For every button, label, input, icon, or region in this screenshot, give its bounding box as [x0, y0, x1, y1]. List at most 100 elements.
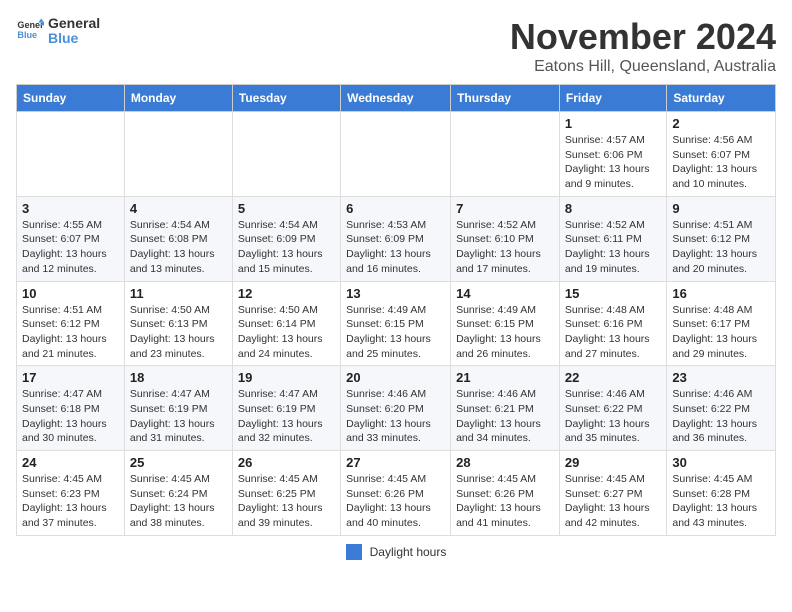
calendar-cell: 10 Sunrise: 4:51 AM Sunset: 6:12 PM Dayli… — [17, 281, 125, 366]
month-title: November 2024 — [510, 16, 776, 58]
calendar-cell — [124, 112, 232, 197]
day-number: 3 — [22, 201, 119, 216]
calendar-cell: 23 Sunrise: 4:46 AM Sunset: 6:22 PM Dayli… — [667, 366, 776, 451]
day-info: Sunrise: 4:45 AM Sunset: 6:26 PM Dayligh… — [456, 472, 554, 531]
day-info: Sunrise: 4:50 AM Sunset: 6:14 PM Dayligh… — [238, 303, 335, 362]
day-info: Sunrise: 4:46 AM Sunset: 6:22 PM Dayligh… — [565, 387, 661, 446]
calendar-table: SundayMondayTuesdayWednesdayThursdayFrid… — [16, 84, 776, 536]
day-number: 10 — [22, 286, 119, 301]
day-number: 27 — [346, 455, 445, 470]
day-info: Sunrise: 4:53 AM Sunset: 6:09 PM Dayligh… — [346, 218, 445, 277]
calendar-cell: 8Sunrise: 4:52 AM Sunset: 6:11 PM Daylig… — [559, 196, 666, 281]
calendar-week-row: 1 Sunrise: 4:57 AM Sunset: 6:06 PM Daylig… — [17, 112, 776, 197]
day-number: 5 — [238, 201, 335, 216]
calendar-cell: 27 Sunrise: 4:45 AM Sunset: 6:26 PM Dayli… — [341, 451, 451, 536]
calendar-week-row: 3 Sunrise: 4:55 AM Sunset: 6:07 PM Daylig… — [17, 196, 776, 281]
calendar-cell: 26 Sunrise: 4:45 AM Sunset: 6:25 PM Dayli… — [232, 451, 340, 536]
calendar-cell: 17Sunrise: 4:47 AM Sunset: 6:18 PM Dayli… — [17, 366, 125, 451]
day-info: Sunrise: 4:54 AM Sunset: 6:09 PM Dayligh… — [238, 218, 335, 277]
day-info: Sunrise: 4:57 AM Sunset: 6:06 PM Dayligh… — [565, 133, 661, 192]
footer: Daylight hours — [16, 544, 776, 560]
calendar-cell: 20Sunrise: 4:46 AM Sunset: 6:20 PM Dayli… — [341, 366, 451, 451]
calendar-cell: 5 Sunrise: 4:54 AM Sunset: 6:09 PM Daylig… — [232, 196, 340, 281]
calendar-cell: 1 Sunrise: 4:57 AM Sunset: 6:06 PM Daylig… — [559, 112, 666, 197]
day-number: 13 — [346, 286, 445, 301]
calendar-cell — [232, 112, 340, 197]
day-info: Sunrise: 4:45 AM Sunset: 6:23 PM Dayligh… — [22, 472, 119, 531]
day-info: Sunrise: 4:54 AM Sunset: 6:08 PM Dayligh… — [130, 218, 227, 277]
logo-blue: Blue — [48, 31, 100, 46]
day-info: Sunrise: 4:46 AM Sunset: 6:20 PM Dayligh… — [346, 387, 445, 446]
day-info: Sunrise: 4:45 AM Sunset: 6:28 PM Dayligh… — [672, 472, 770, 531]
day-number: 14 — [456, 286, 554, 301]
day-info: Sunrise: 4:48 AM Sunset: 6:16 PM Dayligh… — [565, 303, 661, 362]
calendar-cell: 3 Sunrise: 4:55 AM Sunset: 6:07 PM Daylig… — [17, 196, 125, 281]
day-info: Sunrise: 4:46 AM Sunset: 6:22 PM Dayligh… — [672, 387, 770, 446]
calendar-cell: 6 Sunrise: 4:53 AM Sunset: 6:09 PM Daylig… — [341, 196, 451, 281]
day-number: 7 — [456, 201, 554, 216]
day-info: Sunrise: 4:46 AM Sunset: 6:21 PM Dayligh… — [456, 387, 554, 446]
calendar-cell: 19Sunrise: 4:47 AM Sunset: 6:19 PM Dayli… — [232, 366, 340, 451]
day-info: Sunrise: 4:45 AM Sunset: 6:24 PM Dayligh… — [130, 472, 227, 531]
day-number: 16 — [672, 286, 770, 301]
calendar-cell: 11Sunrise: 4:50 AM Sunset: 6:13 PM Dayli… — [124, 281, 232, 366]
legend-color-box — [346, 544, 362, 560]
calendar-cell — [17, 112, 125, 197]
calendar-cell: 18 Sunrise: 4:47 AM Sunset: 6:19 PM Dayli… — [124, 366, 232, 451]
calendar-cell: 9Sunrise: 4:51 AM Sunset: 6:12 PM Daylig… — [667, 196, 776, 281]
day-number: 8 — [565, 201, 661, 216]
day-info: Sunrise: 4:55 AM Sunset: 6:07 PM Dayligh… — [22, 218, 119, 277]
day-number: 18 — [130, 370, 227, 385]
calendar-cell: 2 Sunrise: 4:56 AM Sunset: 6:07 PM Daylig… — [667, 112, 776, 197]
day-number: 28 — [456, 455, 554, 470]
day-info: Sunrise: 4:47 AM Sunset: 6:19 PM Dayligh… — [238, 387, 335, 446]
calendar-week-row: 17Sunrise: 4:47 AM Sunset: 6:18 PM Dayli… — [17, 366, 776, 451]
day-number: 23 — [672, 370, 770, 385]
col-header-tuesday: Tuesday — [232, 85, 340, 112]
col-header-thursday: Thursday — [451, 85, 560, 112]
day-info: Sunrise: 4:45 AM Sunset: 6:27 PM Dayligh… — [565, 472, 661, 531]
day-number: 22 — [565, 370, 661, 385]
day-info: Sunrise: 4:52 AM Sunset: 6:10 PM Dayligh… — [456, 218, 554, 277]
day-number: 26 — [238, 455, 335, 470]
title-block: November 2024 Eatons Hill, Queensland, A… — [510, 16, 776, 76]
calendar-cell: 16 Sunrise: 4:48 AM Sunset: 6:17 PM Dayli… — [667, 281, 776, 366]
day-number: 6 — [346, 201, 445, 216]
calendar-cell: 14Sunrise: 4:49 AM Sunset: 6:15 PM Dayli… — [451, 281, 560, 366]
day-number: 1 — [565, 116, 661, 131]
col-header-wednesday: Wednesday — [341, 85, 451, 112]
day-number: 4 — [130, 201, 227, 216]
day-info: Sunrise: 4:51 AM Sunset: 6:12 PM Dayligh… — [22, 303, 119, 362]
col-header-saturday: Saturday — [667, 85, 776, 112]
day-number: 15 — [565, 286, 661, 301]
day-info: Sunrise: 4:56 AM Sunset: 6:07 PM Dayligh… — [672, 133, 770, 192]
day-info: Sunrise: 4:47 AM Sunset: 6:19 PM Dayligh… — [130, 387, 227, 446]
logo-general: General — [48, 16, 100, 31]
day-number: 25 — [130, 455, 227, 470]
calendar-cell — [451, 112, 560, 197]
calendar-cell: 29 Sunrise: 4:45 AM Sunset: 6:27 PM Dayli… — [559, 451, 666, 536]
col-header-sunday: Sunday — [17, 85, 125, 112]
calendar-header-row: SundayMondayTuesdayWednesdayThursdayFrid… — [17, 85, 776, 112]
col-header-friday: Friday — [559, 85, 666, 112]
day-number: 24 — [22, 455, 119, 470]
logo: General Blue General Blue — [16, 16, 100, 47]
calendar-cell: 15 Sunrise: 4:48 AM Sunset: 6:16 PM Dayli… — [559, 281, 666, 366]
day-number: 12 — [238, 286, 335, 301]
day-number: 2 — [672, 116, 770, 131]
day-number: 11 — [130, 286, 227, 301]
calendar-cell: 24 Sunrise: 4:45 AM Sunset: 6:23 PM Dayli… — [17, 451, 125, 536]
calendar-cell: 7 Sunrise: 4:52 AM Sunset: 6:10 PM Daylig… — [451, 196, 560, 281]
calendar-cell — [341, 112, 451, 197]
calendar-week-row: 10 Sunrise: 4:51 AM Sunset: 6:12 PM Dayli… — [17, 281, 776, 366]
day-info: Sunrise: 4:45 AM Sunset: 6:26 PM Dayligh… — [346, 472, 445, 531]
calendar-cell: 4 Sunrise: 4:54 AM Sunset: 6:08 PM Daylig… — [124, 196, 232, 281]
day-info: Sunrise: 4:48 AM Sunset: 6:17 PM Dayligh… — [672, 303, 770, 362]
day-number: 17 — [22, 370, 119, 385]
day-number: 29 — [565, 455, 661, 470]
svg-text:Blue: Blue — [17, 30, 37, 40]
legend-label: Daylight hours — [370, 545, 447, 559]
calendar-cell: 25 Sunrise: 4:45 AM Sunset: 6:24 PM Dayli… — [124, 451, 232, 536]
day-info: Sunrise: 4:45 AM Sunset: 6:25 PM Dayligh… — [238, 472, 335, 531]
col-header-monday: Monday — [124, 85, 232, 112]
